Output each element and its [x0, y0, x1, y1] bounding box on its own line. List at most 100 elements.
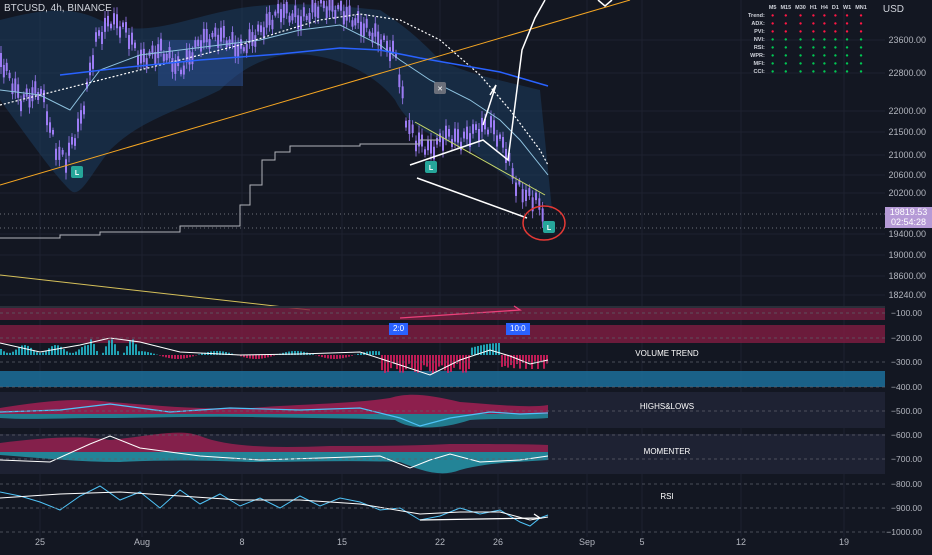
candle-body: [37, 92, 39, 100]
price-tick-label: 18600.00: [888, 271, 926, 281]
status-cell: ●: [830, 28, 841, 36]
status-down-dot-icon: ●: [812, 13, 815, 19]
status-up-dot-icon: ●: [834, 37, 837, 43]
oscillator-axis[interactable]: −100.00−200.00−300.00−400.00−500.00−600.…: [886, 308, 922, 537]
candle-body: [383, 36, 385, 40]
volume-trend-bar: [273, 355, 275, 356]
volume-trend-bar: [66, 351, 68, 355]
candle-body: [249, 29, 251, 42]
time-tick-label: 26: [493, 537, 503, 547]
volume-trend-bar: [18, 347, 20, 355]
status-cell: ●: [853, 60, 869, 68]
status-cell: ●: [778, 20, 793, 28]
symbol-label[interactable]: BTCUSD, 4h, BINANCE: [4, 3, 112, 14]
chart-canvas[interactable]: L L L ✕: [0, 0, 932, 550]
status-row-label: RSI:: [746, 44, 767, 52]
volume-trend-bar: [264, 355, 266, 358]
candle-body: [206, 29, 208, 42]
status-down-dot-icon: ●: [784, 21, 787, 27]
candle-body: [200, 40, 202, 51]
low-marker: L: [425, 161, 437, 173]
candle-body: [77, 119, 79, 132]
status-table-row: Trend:●●●●●●●●: [746, 12, 869, 20]
price-tick-label: 22800.00: [888, 68, 926, 78]
volume-trend-bar: [261, 355, 263, 359]
price-axis[interactable]: 23600.0022800.0022000.0021500.0021000.00…: [888, 35, 926, 300]
oscillator-tick-label: −900.00: [891, 503, 922, 513]
volume-trend-bar: [63, 349, 65, 355]
candle-body: [346, 7, 348, 21]
candle-body: [389, 47, 391, 61]
status-cell: ●: [841, 36, 853, 44]
chart-root[interactable]: L L L ✕: [0, 0, 932, 550]
candle-body: [294, 5, 296, 17]
candle-body: [211, 33, 213, 37]
volume-trend-bar: [27, 346, 29, 355]
volume-trend-bar: [486, 344, 488, 355]
volume-trend-bar: [24, 345, 26, 355]
status-up-dot-icon: ●: [771, 37, 774, 43]
candle-body: [107, 16, 109, 26]
volume-trend-bar: [432, 355, 434, 373]
candle-body: [214, 28, 216, 37]
candle-body: [271, 20, 273, 29]
candle-body: [363, 23, 365, 36]
volume-trend-bar: [186, 355, 188, 358]
status-up-dot-icon: ●: [771, 53, 774, 59]
candle-body: [326, 6, 328, 18]
status-up-dot-icon: ●: [845, 69, 848, 75]
volume-trend-bar: [177, 355, 179, 359]
status-cell: ●: [841, 12, 853, 20]
volume-trend-bar: [150, 353, 152, 355]
candle-body: [505, 149, 507, 163]
volume-trend-bar: [54, 345, 56, 355]
volume-trend-bar: [375, 351, 377, 355]
volume-trend-bar: [123, 353, 125, 355]
time-axis[interactable]: 25Aug8152226Sep51219: [35, 537, 849, 547]
status-up-dot-icon: ●: [859, 61, 862, 67]
status-up-dot-icon: ●: [845, 53, 848, 59]
candle-body: [442, 137, 444, 151]
status-cell: ●: [808, 28, 819, 36]
candle-body: [203, 29, 205, 43]
candle-body: [146, 58, 148, 68]
candle-body: [525, 190, 527, 201]
indicator-panel-title: VOLUME TREND: [635, 349, 699, 358]
status-table-row: NVI:●●●●●●●●: [746, 36, 869, 44]
status-table-row: PVI:●●●●●●●●: [746, 28, 869, 36]
status-up-dot-icon: ●: [823, 37, 826, 43]
volume-trend-bar: [471, 348, 473, 355]
status-cell: ●: [819, 28, 830, 36]
candle-body: [439, 133, 441, 142]
status-up-dot-icon: ●: [834, 53, 837, 59]
candle-body: [234, 42, 236, 56]
candle-body: [71, 137, 73, 145]
candle-body: [398, 75, 400, 88]
candle-body: [11, 83, 13, 94]
volume-trend-bar: [174, 355, 176, 359]
status-down-dot-icon: ●: [859, 21, 862, 27]
candle-body: [119, 26, 121, 37]
status-up-dot-icon: ●: [823, 53, 826, 59]
status-down-dot-icon: ●: [845, 13, 848, 19]
volume-trend-bar: [78, 349, 80, 355]
candle-body: [475, 124, 477, 130]
status-cell: ●: [767, 36, 779, 44]
status-row-label: WPR:: [746, 52, 767, 60]
candle-body: [499, 135, 501, 139]
oscillator-bull-band: [0, 371, 885, 387]
status-cell: ●: [778, 12, 793, 20]
volume-trend-bar: [450, 355, 452, 372]
volume-trend-bar: [519, 355, 521, 369]
candle-body: [98, 30, 100, 36]
volume-trend-bar: [0, 349, 2, 355]
price-tick-label: 20200.00: [888, 188, 926, 198]
volume-trend-bar: [438, 355, 440, 367]
volume-trend-bar: [348, 355, 350, 357]
candle-body: [220, 28, 222, 42]
candle-body: [116, 14, 118, 28]
status-up-dot-icon: ●: [812, 69, 815, 75]
candle-body: [369, 31, 371, 35]
status-down-dot-icon: ●: [845, 21, 848, 27]
status-up-dot-icon: ●: [784, 45, 787, 51]
